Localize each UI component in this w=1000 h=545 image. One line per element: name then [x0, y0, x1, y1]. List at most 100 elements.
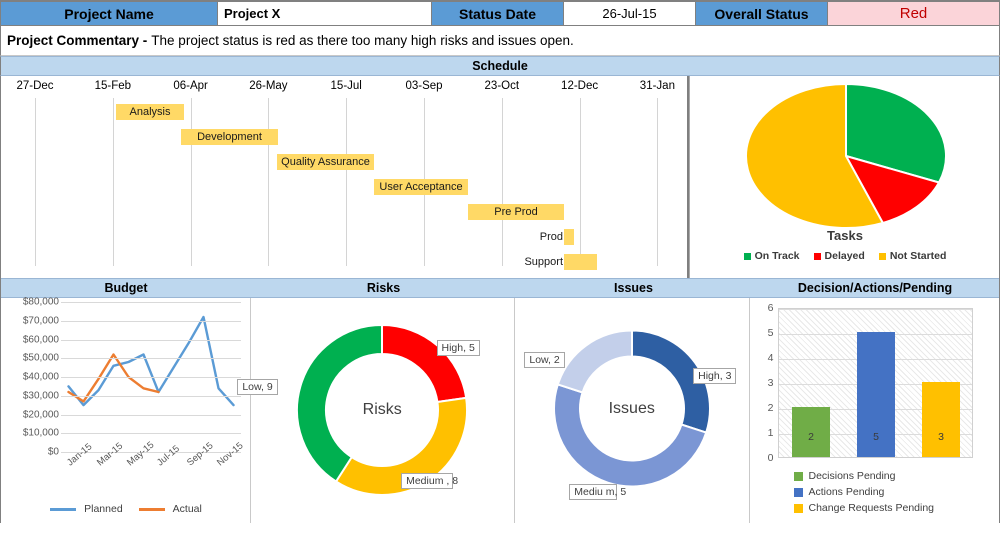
gantt-axis-label: 15-Jul — [330, 80, 362, 92]
budget-section-title: Budget — [1, 278, 251, 298]
risks-chart-panel: Risks High, 5 Medium , 8 Low, 9 — [237, 298, 515, 523]
axis-tick-label: 5 — [767, 327, 774, 339]
donut-data-label: High, 5 — [436, 339, 480, 356]
tasks-pie-legend: On Track Delayed Not Started — [690, 250, 1000, 262]
gridline — [61, 433, 241, 435]
issues-donut-center-label: Issues — [608, 399, 655, 417]
legend-swatch — [793, 503, 803, 513]
donut-data-label: Mediu m, 5 — [569, 483, 626, 500]
legend-item: Actual — [138, 503, 202, 515]
gantt-gridline — [501, 98, 503, 266]
gantt-axis-label: 27-Dec — [16, 80, 54, 92]
gridline — [61, 377, 241, 378]
axis-tick-label: 0 — [767, 452, 774, 464]
gridline — [61, 358, 241, 360]
legend-label: Change Requests Pending — [808, 502, 935, 514]
axis-tick-label: 1 — [767, 427, 774, 439]
legend-swatch — [743, 252, 751, 260]
risks-section-title: Risks — [251, 278, 516, 298]
gridline — [61, 395, 241, 397]
gantt-bar-label: Development — [197, 131, 262, 143]
decisions-y-axis: 0 1 2 3 4 5 6 — [754, 302, 774, 464]
legend-swatch — [793, 471, 803, 481]
gantt-gridline — [35, 98, 36, 266]
legend-item: Planned — [50, 503, 123, 515]
legend-label: On Track — [754, 250, 800, 262]
project-name-label: Project Name — [0, 1, 218, 26]
gantt-axis-label: 03-Sep — [405, 80, 443, 92]
legend-line — [50, 507, 77, 511]
gantt-bar[interactable]: Pre Prod — [468, 204, 564, 220]
gantt-axis-label: 06-Apr — [173, 80, 208, 92]
bar-value-label: 5 — [873, 431, 879, 443]
line-series — [67, 315, 235, 407]
gantt-gridline — [112, 98, 114, 266]
gantt-bar[interactable]: Support — [524, 254, 597, 270]
gantt-axis-label: 31-Jan — [639, 80, 675, 92]
gantt-gridline — [657, 98, 659, 266]
donut-data-label: Low, 9 — [237, 378, 278, 395]
axis-tick-label: $70,000 — [22, 315, 59, 327]
bar[interactable]: 3 — [922, 382, 960, 457]
axis-tick-label: 3 — [767, 377, 774, 389]
project-commentary-label: Project Commentary - — [7, 33, 148, 48]
gantt-bar[interactable]: Analysis — [116, 104, 184, 120]
legend-item: Decisions Pending — [770, 470, 1000, 482]
gantt-bar[interactable]: User Acceptance — [374, 179, 468, 195]
budget-x-axis: Jan-15 Mar-15 May-15 Jul-15 Sep-15 Nov-15 — [61, 440, 246, 500]
axis-tick-label: $30,000 — [22, 390, 59, 402]
tasks-pie-chart — [726, 82, 966, 234]
gantt-bar-label: Prod — [539, 231, 563, 243]
gantt-bar-label: Quality Assurance — [281, 156, 370, 168]
schedule-section-title: Schedule — [0, 56, 1000, 76]
donut-data-label: Low, 2 — [524, 351, 565, 368]
axis-tick-label: $10,000 — [22, 427, 59, 439]
legend-swatch — [878, 252, 886, 260]
bar-value-label: 3 — [938, 431, 944, 443]
bar[interactable]: 5 — [857, 332, 895, 457]
gantt-bar-label: Support — [524, 256, 563, 268]
budget-plot-area — [61, 302, 241, 453]
axis-tick-label: 2 — [767, 402, 774, 414]
status-date-label: Status Date — [432, 1, 564, 26]
axis-tick-label: $0 — [47, 446, 59, 458]
gridline — [61, 414, 241, 416]
gridline — [61, 302, 241, 303]
overall-status-badge: Red — [828, 1, 1000, 26]
gridline — [778, 309, 972, 310]
tasks-pie-title: Tasks — [827, 228, 863, 243]
bar[interactable]: 2 — [792, 407, 830, 457]
legend-label: Delayed — [824, 250, 865, 262]
gantt-axis-label: 15-Feb — [94, 80, 132, 92]
gantt-bar[interactable]: Development — [181, 129, 278, 145]
axis-tick-label: 6 — [767, 302, 774, 314]
legend-label: Not Started — [889, 250, 947, 262]
status-date-value[interactable]: 26-Jul-15 — [564, 1, 696, 26]
project-dashboard: Project Name Project X Status Date 26-Ju… — [0, 0, 1000, 545]
gantt-bar[interactable]: Quality Assurance — [277, 154, 374, 170]
axis-tick-label: $20,000 — [22, 409, 59, 420]
gantt-bar[interactable]: Prod — [540, 229, 574, 245]
gantt-gridline — [190, 98, 192, 266]
legend-label: Planned — [84, 503, 123, 515]
gantt-gridline — [268, 98, 270, 266]
issues-donut-chart: Issues — [539, 316, 724, 501]
overall-status-label: Overall Status — [696, 1, 828, 26]
axis-tick-label: $50,000 — [22, 352, 59, 364]
gantt-axis-label: 23-Oct — [484, 80, 520, 92]
bottom-charts-row: $0 $10,000 $20,000 $30,000 $40,000 $50,000 $60… — [0, 297, 1000, 523]
project-name-value[interactable]: Project X — [218, 1, 432, 26]
bar-value-label: 2 — [808, 431, 814, 443]
axis-tick-label: $80,000 — [22, 296, 59, 308]
gantt-axis-label: 26-May — [249, 80, 288, 92]
decisions-legend: Decisions Pending Actions Pending Change R… — [770, 470, 1000, 518]
legend-item: Delayed — [813, 250, 865, 262]
axis-tick-label: $60,000 — [22, 334, 59, 345]
legend-item: Actions Pending — [770, 486, 1000, 498]
budget-y-axis: $0 $10,000 $20,000 $30,000 $40,000 $50,000 $60… — [3, 297, 59, 458]
axis-tick-label: $40,000 — [22, 371, 59, 383]
donut-data-label: High, 3 — [693, 368, 737, 385]
decisions-plot-area: 2 5 3 — [777, 308, 973, 458]
legend-item: Not Started — [878, 250, 947, 262]
legend-label: Decisions Pending — [808, 470, 896, 482]
